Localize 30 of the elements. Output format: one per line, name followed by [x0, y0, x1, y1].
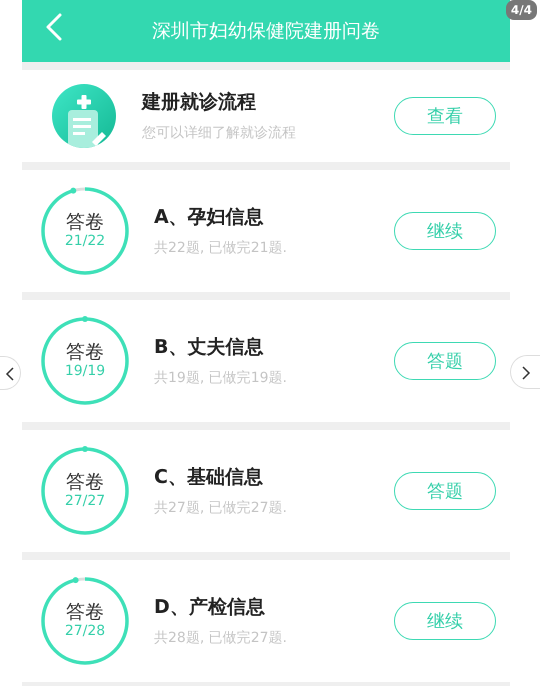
next-button[interactable] — [510, 355, 540, 389]
page-title: 深圳市妇幼保健院建册问卷 — [152, 18, 380, 44]
action-button[interactable]: 答题 — [394, 472, 496, 510]
ring-label: 答卷 — [66, 212, 104, 234]
action-button[interactable]: 答题 — [394, 342, 496, 380]
ring-label: 答卷 — [66, 602, 104, 624]
card-subtitle: 您可以详细了解就诊流程 — [142, 124, 296, 143]
card-title: 建册就诊流程 — [142, 90, 256, 116]
progress-summary: 共22题, 已做完21题. — [154, 238, 287, 258]
section-title: D、产检信息 — [154, 595, 265, 620]
progress-count: 27/28 — [64, 623, 106, 640]
section-title: C、基础信息 — [154, 465, 263, 490]
progress-count: 21/22 — [64, 233, 106, 250]
action-button[interactable]: 继续 — [394, 602, 496, 640]
progress-summary: 共27题, 已做完27题. — [154, 498, 287, 518]
previous-button[interactable] — [0, 356, 21, 390]
ring-label: 答卷 — [66, 472, 104, 494]
ring-label: 答卷 — [66, 342, 104, 364]
section-title: A、孕妇信息 — [154, 205, 264, 230]
document-plus-icon — [52, 84, 116, 148]
progress-count: 19/19 — [64, 363, 106, 380]
progress-count: 27/27 — [64, 493, 106, 510]
chevron-right-icon — [520, 364, 530, 381]
chevron-left-icon — [5, 366, 15, 382]
action-button[interactable]: 继续 — [394, 212, 496, 250]
section-title: B、丈夫信息 — [154, 335, 264, 360]
page-counter: 4/4 — [506, 0, 537, 20]
progress-summary: 共19题, 已做完19题. — [154, 368, 287, 388]
view-button[interactable]: 查看 — [394, 97, 496, 135]
progress-summary: 共28题, 已做完27题. — [154, 628, 287, 648]
